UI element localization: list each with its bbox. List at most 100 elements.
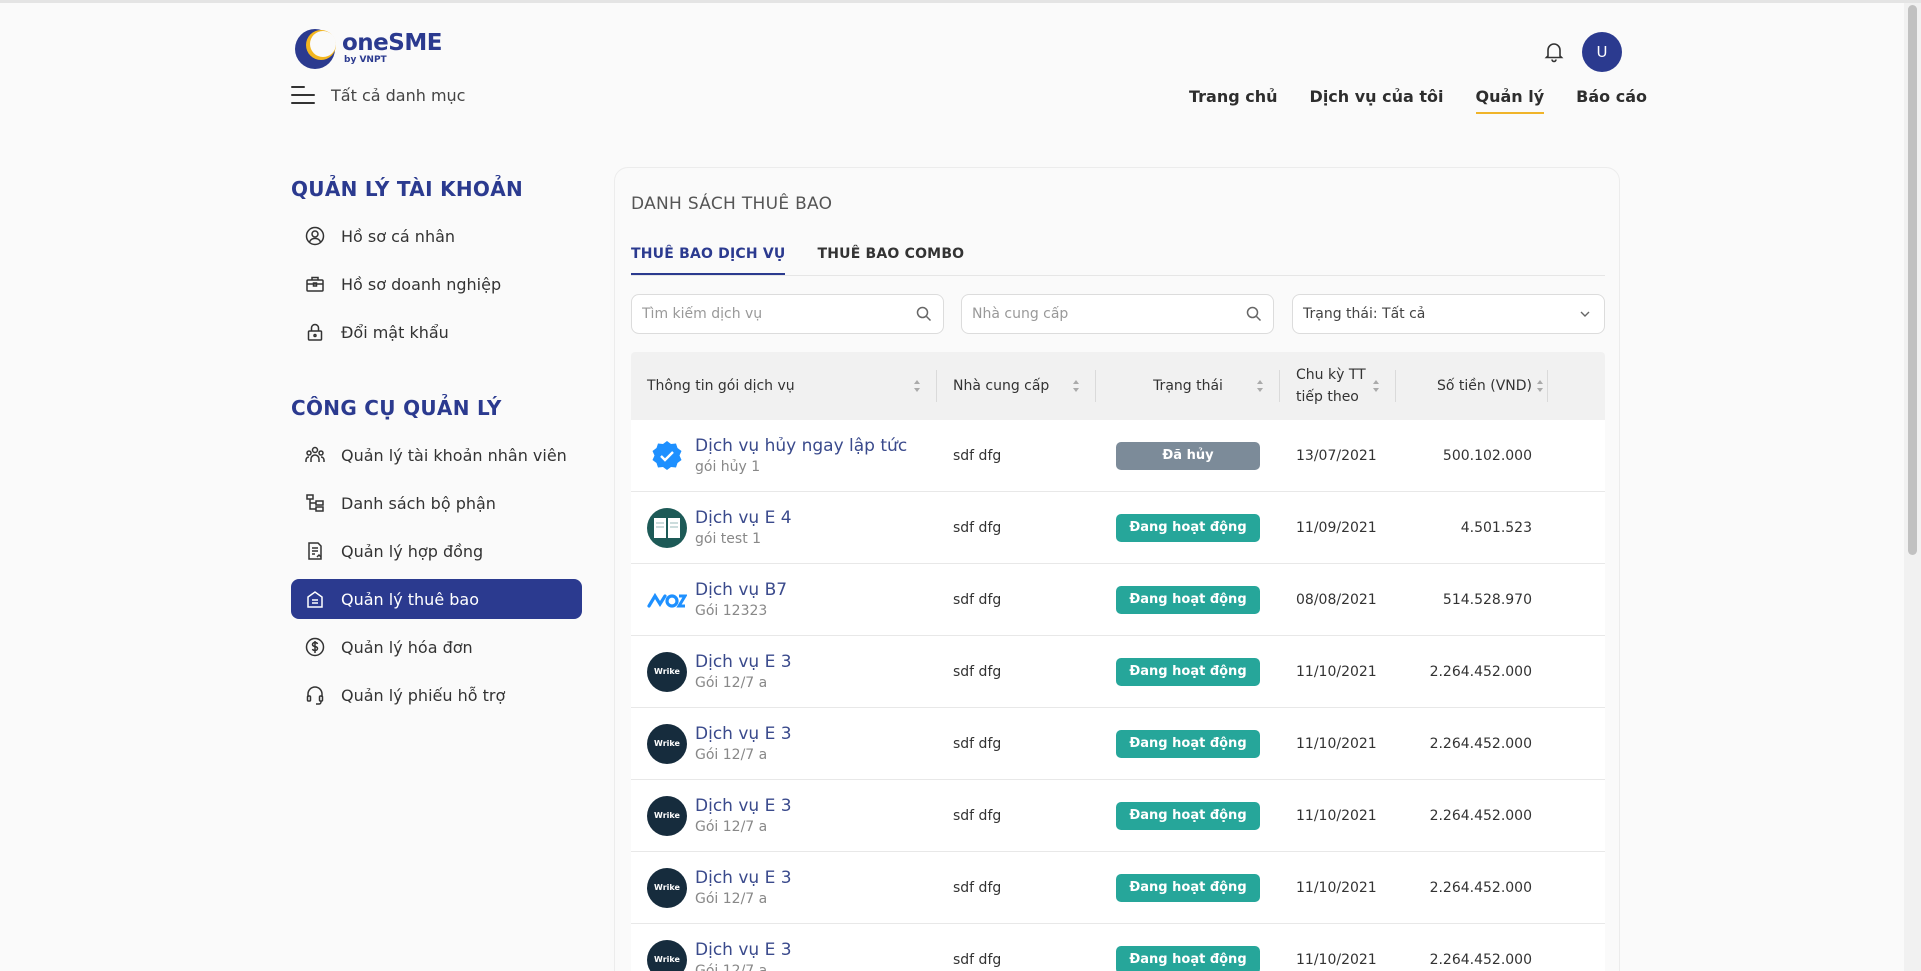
provider-cell: sdf dfg xyxy=(953,591,1002,608)
package-name: gói hủy 1 xyxy=(695,458,761,475)
org-tree-icon xyxy=(305,493,325,513)
sidebar-item-employee-accounts[interactable]: Quản lý tài khoản nhân viên xyxy=(291,435,582,475)
subscription-list-card: DANH SÁCH THUÊ BAO THUÊ BAO DỊCH VỤ THUÊ… xyxy=(614,167,1620,971)
service-name[interactable]: Dịch vụ E 4 xyxy=(695,507,792,529)
next-cycle-cell: 08/08/2021 xyxy=(1296,591,1377,608)
amount-cell: 4.501.523 xyxy=(1460,519,1532,536)
all-categories-label: Tất cả danh mục xyxy=(331,85,466,105)
sidebar-item-label: Quản lý hợp đồng xyxy=(341,541,484,561)
status-cell: Đang hoạt động xyxy=(1096,852,1280,923)
nav-management[interactable]: Quản lý xyxy=(1475,87,1545,114)
amount-cell: 514.528.970 xyxy=(1442,591,1532,608)
sidebar-item-label: Quản lý phiếu hỗ trợ xyxy=(341,685,506,705)
column-header-next-cycle[interactable]: Chu kỳ TT tiếp theo xyxy=(1280,352,1396,420)
logo[interactable]: oneSME by VNPT xyxy=(292,25,442,71)
service-info-cell: Dịch vụ E 4 gói test 1 xyxy=(631,492,937,563)
amount-cell: 2.264.452.000 xyxy=(1429,663,1532,680)
service-info-cell: Wrike Dịch vụ E 3 Gói 12/7 a xyxy=(631,852,937,923)
table-row[interactable]: Wrike Dịch vụ E 3 Gói 12/7 a sdf dfg Đan… xyxy=(631,852,1605,924)
briefcase-icon xyxy=(305,274,325,294)
provider-cell: sdf dfg xyxy=(953,951,1002,968)
sidebar-heading-tools: CÔNG CỤ QUẢN LÝ xyxy=(291,396,502,420)
provider-cell: sdf dfg xyxy=(953,447,1002,464)
sort-icon xyxy=(1257,380,1263,392)
status-cell: Đang hoạt động xyxy=(1096,708,1280,779)
provider-cell: sdf dfg xyxy=(953,807,1002,824)
service-name[interactable]: Dịch vụ E 3 xyxy=(695,723,792,745)
service-name[interactable]: Dịch vụ E 3 xyxy=(695,867,792,889)
sidebar-item-change-password[interactable]: Đổi mật khẩu xyxy=(291,312,582,352)
service-name[interactable]: Dịch vụ E 3 xyxy=(695,939,792,961)
scrollbar-thumb[interactable] xyxy=(1908,5,1917,555)
column-header-provider[interactable]: Nhà cung cấp xyxy=(937,352,1096,420)
package-name: Gói 12/7 a xyxy=(695,890,768,907)
all-categories-button[interactable]: Tất cả danh mục xyxy=(291,83,465,107)
service-info-cell: Dịch vụ B7 Gói 12323 xyxy=(631,564,937,635)
status-badge: Đang hoạt động xyxy=(1116,657,1260,686)
status-badge: Đã hủy xyxy=(1116,441,1260,470)
provider-cell: sdf dfg xyxy=(953,735,1002,752)
top-nav: Trang chủ Dịch vụ của tôi Quản lý Báo cá… xyxy=(1189,87,1647,114)
lock-icon xyxy=(305,322,325,342)
service-name[interactable]: Dịch vụ hủy ngay lập tức xyxy=(695,435,907,457)
service-logo-wrike-icon: Wrike xyxy=(647,867,687,908)
table-row[interactable]: Wrike Dịch vụ E 3 Gói 12/7 a sdf dfg Đan… xyxy=(631,780,1605,852)
column-header-status[interactable]: Trạng thái xyxy=(1096,352,1280,420)
status-cell: Đang hoạt động xyxy=(1096,636,1280,707)
sidebar-item-support-tickets[interactable]: Quản lý phiếu hỗ trợ xyxy=(291,675,582,715)
table-row[interactable]: Dịch vụ B7 Gói 12323 sdf dfg Đang hoạt đ… xyxy=(631,564,1605,636)
search-service-field[interactable] xyxy=(631,294,944,334)
service-logo-moz-icon xyxy=(647,580,687,620)
avatar[interactable]: U xyxy=(1582,32,1622,72)
status-badge: Đang hoạt động xyxy=(1116,873,1260,902)
provider-search-field[interactable] xyxy=(961,294,1274,334)
sidebar-item-label: Danh sách bộ phận xyxy=(341,493,496,513)
package-name: Gói 12/7 a xyxy=(695,818,768,835)
amount-cell: 2.264.452.000 xyxy=(1429,807,1532,824)
column-header-amount[interactable]: Số tiền (VND) xyxy=(1396,352,1548,420)
search-icon[interactable] xyxy=(1245,305,1263,323)
table-row[interactable]: Dịch vụ hủy ngay lập tức gói hủy 1 sdf d… xyxy=(631,420,1605,492)
nav-reports[interactable]: Báo cáo xyxy=(1576,87,1647,114)
page-scrollbar[interactable] xyxy=(1904,3,1921,971)
status-badge: Đang hoạt động xyxy=(1116,585,1260,614)
provider-input[interactable] xyxy=(972,306,1245,322)
search-icon[interactable] xyxy=(915,305,933,323)
package-name: Gói 12/7 a xyxy=(695,962,768,971)
logo-name: oneSME xyxy=(342,30,442,56)
table-row[interactable]: Wrike Dịch vụ E 3 Gói 12/7 a sdf dfg Đan… xyxy=(631,636,1605,708)
service-name[interactable]: Dịch vụ E 3 xyxy=(695,795,792,817)
sidebar-item-personal-profile[interactable]: Hồ sơ cá nhân xyxy=(291,216,582,256)
tab-combo-subscriptions[interactable]: THUÊ BAO COMBO xyxy=(817,246,964,275)
amount-cell: 500.102.000 xyxy=(1442,447,1532,464)
provider-cell: sdf dfg xyxy=(953,519,1002,536)
table-row[interactable]: Wrike Dịch vụ E 3 Gói 12/7 a sdf dfg Đan… xyxy=(631,708,1605,780)
service-info-cell: Dịch vụ hủy ngay lập tức gói hủy 1 xyxy=(631,420,937,491)
search-input[interactable] xyxy=(642,306,915,322)
nav-my-services[interactable]: Dịch vụ của tôi xyxy=(1310,87,1444,114)
status-select[interactable]: Trạng thái: Tất cả xyxy=(1292,294,1605,334)
tab-service-subscriptions[interactable]: THUÊ BAO DỊCH VỤ xyxy=(631,246,786,275)
sidebar-item-label: Đổi mật khẩu xyxy=(341,322,449,342)
table-row[interactable]: Wrike Dịch vụ E 3 Gói 12/7 a sdf dfg Đan… xyxy=(631,924,1605,971)
sidebar-item-business-profile[interactable]: Hồ sơ doanh nghiệp xyxy=(291,264,582,304)
next-cycle-cell: 11/09/2021 xyxy=(1296,519,1377,536)
table-body: Dịch vụ hủy ngay lập tức gói hủy 1 sdf d… xyxy=(631,420,1605,971)
sidebar-item-departments[interactable]: Danh sách bộ phận xyxy=(291,483,582,523)
sidebar-item-subscriptions[interactable]: Quản lý thuê bao xyxy=(291,579,582,619)
column-header-service-info[interactable]: Thông tin gói dịch vụ xyxy=(631,352,937,420)
sidebar-item-invoices[interactable]: Quản lý hóa đơn xyxy=(291,627,582,667)
tab-bar: THUÊ BAO DỊCH VỤ THUÊ BAO COMBO xyxy=(631,246,1605,276)
bell-icon[interactable] xyxy=(1542,39,1566,63)
contract-icon xyxy=(305,541,325,561)
service-name[interactable]: Dịch vụ B7 xyxy=(695,579,787,601)
table-row[interactable]: Dịch vụ E 4 gói test 1 sdf dfg Đang hoạt… xyxy=(631,492,1605,564)
nav-home[interactable]: Trang chủ xyxy=(1189,87,1278,114)
status-badge: Đang hoạt động xyxy=(1116,513,1260,542)
status-badge: Đang hoạt động xyxy=(1116,729,1260,758)
sort-icon xyxy=(1073,380,1079,392)
sidebar-heading-account: QUẢN LÝ TÀI KHOẢN xyxy=(291,177,524,201)
service-logo-wrike-icon: Wrike xyxy=(647,939,687,971)
sidebar-item-contracts[interactable]: Quản lý hợp đồng xyxy=(291,531,582,571)
service-name[interactable]: Dịch vụ E 3 xyxy=(695,651,792,673)
